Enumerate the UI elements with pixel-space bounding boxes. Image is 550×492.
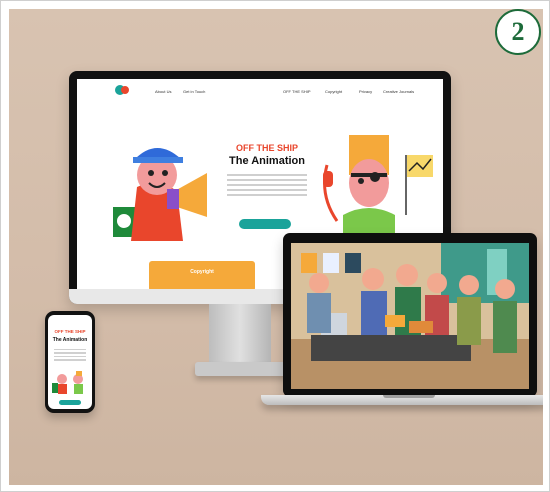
- phone-hero-title: The Animation: [52, 337, 88, 343]
- hero-cta-button[interactable]: [239, 219, 291, 229]
- nav-link-offtheship[interactable]: OFF THE SHIP: [283, 89, 310, 94]
- phone-characters-illustration: [52, 371, 83, 394]
- step-number-badge: 2: [495, 9, 541, 55]
- nav-link-journals[interactable]: Creative Journals: [383, 89, 414, 94]
- animation-scene-illustration: [291, 243, 529, 389]
- nav-link-copyright[interactable]: Copyright: [325, 89, 342, 94]
- laptop-screen: [291, 243, 529, 389]
- phone-hero-kicker: OFF THE SHIP: [54, 329, 86, 334]
- smartphone: OFF THE SHIP The Animation: [45, 311, 95, 413]
- hero-kicker: OFF THE SHIP: [235, 143, 298, 153]
- monitor-foot: [195, 362, 287, 376]
- copyright-card-label: Copyright: [190, 269, 214, 275]
- laptop-notch: [383, 395, 435, 398]
- nav-link-contact[interactable]: Get in Touch: [183, 89, 205, 94]
- megaphone-character-illustration: [113, 148, 207, 241]
- phone-cta-button[interactable]: [59, 400, 81, 405]
- copyright-card[interactable]: Copyright: [149, 261, 255, 289]
- phone-copy-placeholder: [54, 347, 86, 363]
- image-frame: About Us Get in Touch OFF THE SHIP Copyr…: [0, 0, 550, 492]
- laptop: [283, 233, 537, 397]
- nav-link-about[interactable]: About Us: [155, 89, 171, 94]
- nav-link-privacy[interactable]: Privacy: [359, 89, 372, 94]
- monitor-neck: [209, 304, 271, 366]
- hero-title: The Animation: [229, 155, 305, 167]
- site-logo-icon[interactable]: [115, 83, 129, 97]
- pirate-character-illustration: [323, 135, 433, 245]
- phone-screen: OFF THE SHIP The Animation: [48, 315, 92, 409]
- hero-copy-placeholder: [227, 171, 307, 199]
- mockup-backdrop: About Us Get in Touch OFF THE SHIP Copyr…: [9, 9, 543, 485]
